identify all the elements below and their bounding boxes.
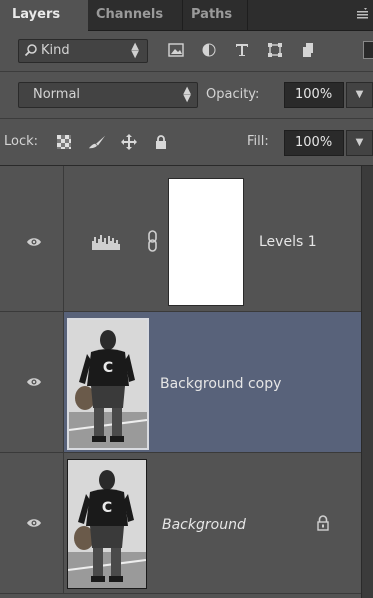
blend-mode-value: Normal — [33, 87, 81, 102]
svg-text:C: C — [102, 500, 112, 516]
layers-scrollbar[interactable] — [361, 166, 373, 598]
opacity-value: 100% — [295, 87, 333, 102]
smart-object-filter-icon[interactable] — [298, 40, 318, 60]
panel-tab-bar: Layers Channels Paths — [0, 0, 373, 31]
move-icon[interactable] — [120, 133, 138, 151]
lock-transparent-pixels-icon[interactable] — [55, 133, 73, 151]
link-chain-icon[interactable] — [148, 230, 158, 252]
filter-toggle-switch[interactable] — [363, 41, 373, 59]
eye-icon[interactable] — [26, 517, 42, 529]
blend-row: Normal ▲ ▼ Opacity: 100% ▼ — [0, 72, 373, 119]
layers-panel: Layers Channels Paths Kind ▲ ▼ Normal ▲ … — [0, 0, 373, 598]
levels-adjustment-icon[interactable] — [88, 232, 124, 252]
layer-row-background-copy[interactable]: C Background copy — [0, 312, 361, 453]
svg-text:C: C — [103, 360, 113, 376]
layer-mask-thumbnail[interactable] — [168, 178, 244, 306]
layer-row-levels-1[interactable]: Levels 1 — [0, 166, 361, 312]
type-filter-icon[interactable] — [232, 40, 252, 60]
football-player-image: C — [69, 320, 147, 448]
opacity-input[interactable]: 100% — [284, 82, 344, 108]
fill-label: Fill: — [247, 134, 269, 149]
lock-label: Lock: — [4, 134, 39, 149]
lock-row: Lock: Fill: 100% ▼ — [0, 119, 373, 166]
lock-icon[interactable] — [152, 133, 170, 151]
layer-name[interactable]: Background copy — [160, 376, 281, 392]
pixel-filter-icon[interactable] — [166, 40, 186, 60]
brush-icon[interactable] — [88, 133, 106, 151]
layer-row-background[interactable]: C Background — [0, 453, 361, 594]
opacity-label: Opacity: — [206, 87, 260, 102]
layers-list: Levels 1 C Background copy C Background — [0, 166, 361, 598]
layer-thumbnail[interactable]: C — [67, 318, 149, 450]
blend-mode-select[interactable]: Normal ▲ ▼ — [18, 82, 198, 108]
layer-name[interactable]: Background — [162, 517, 246, 533]
opacity-dropdown-button[interactable]: ▼ — [346, 82, 373, 108]
tab-layers[interactable]: Layers — [0, 0, 88, 31]
filter-kind-select[interactable]: Kind ▲ ▼ — [18, 39, 148, 63]
layer-filter-row: Kind ▲ ▼ — [0, 31, 373, 72]
fill-dropdown-button[interactable]: ▼ — [346, 130, 373, 156]
layer-lock-icon[interactable] — [316, 515, 330, 531]
eye-icon[interactable] — [26, 376, 42, 388]
panel-menu-icon[interactable] — [355, 6, 369, 20]
football-player-image: C — [68, 460, 146, 588]
fill-input[interactable]: 100% — [284, 130, 344, 156]
search-icon — [24, 44, 37, 57]
eye-icon[interactable] — [26, 236, 42, 248]
select-arrows-icon: ▲ ▼ — [183, 85, 191, 104]
select-arrows-icon: ▲ ▼ — [131, 41, 139, 60]
adjustment-filter-icon[interactable] — [199, 40, 219, 60]
layer-thumbnail[interactable]: C — [67, 459, 147, 589]
fill-value: 100% — [295, 135, 333, 150]
layer-name[interactable]: Levels 1 — [259, 234, 317, 250]
tab-paths[interactable]: Paths — [182, 0, 248, 30]
filter-kind-label: Kind — [41, 43, 70, 58]
tab-channels[interactable]: Channels — [88, 0, 182, 30]
shape-filter-icon[interactable] — [265, 40, 285, 60]
